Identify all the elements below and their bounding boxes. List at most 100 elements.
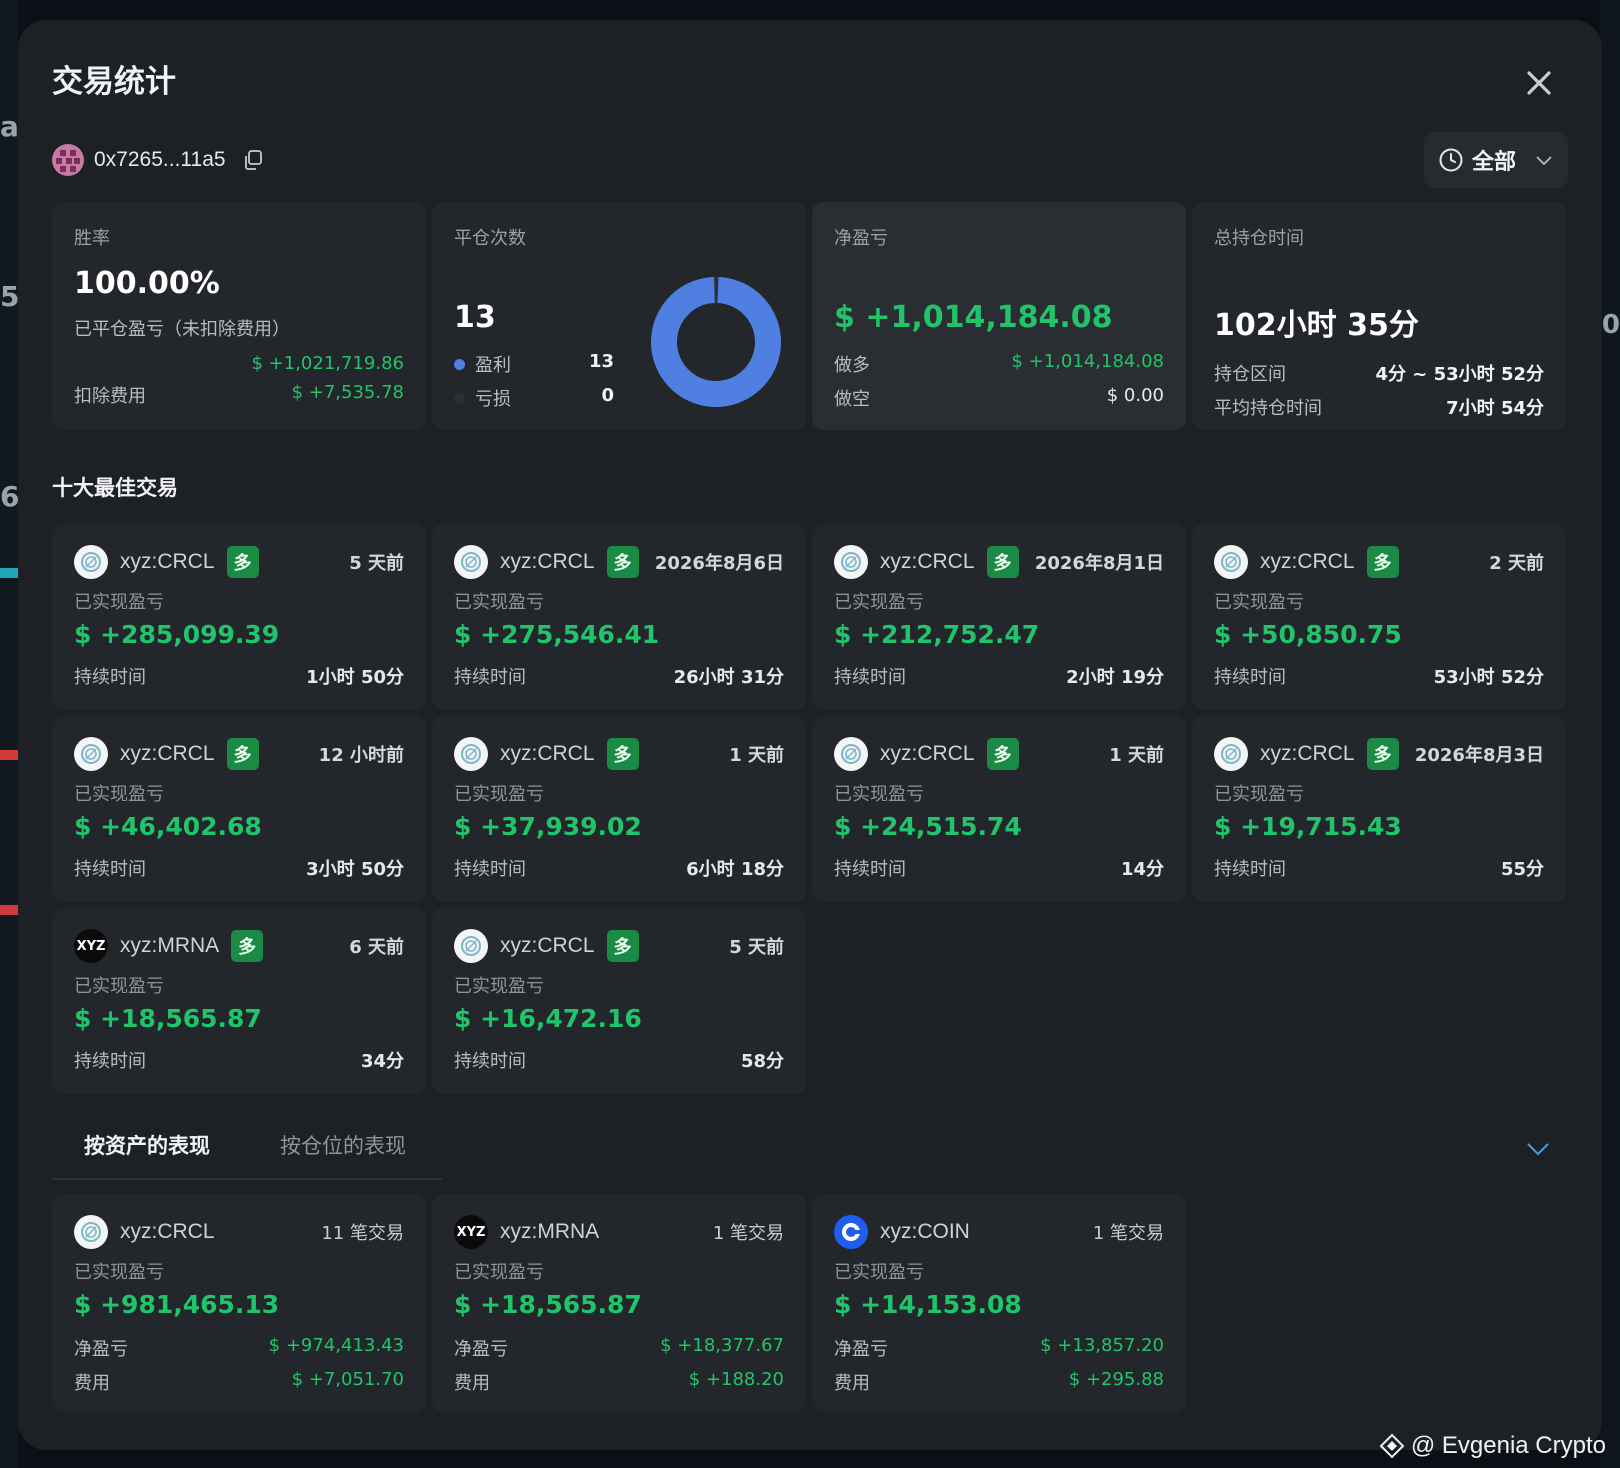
time-filter-dropdown[interactable]: 全部 <box>1424 132 1568 188</box>
symbol-label: xyz:CRCL <box>120 1220 215 1243</box>
duration-label: 持续时间 <box>834 667 906 688</box>
tab-by-position[interactable]: 按仓位的表现 <box>248 1120 438 1172</box>
trade-card-header: xyz:CRCL 多 5 天前 <box>74 544 404 580</box>
trade-card-header: xyz:CRCL 多 12 小时前 <box>74 736 404 772</box>
tab-by-asset[interactable]: 按资产的表现 <box>52 1120 242 1172</box>
crcl-icon <box>834 737 868 771</box>
stats-row: 胜率 100.00% 已平仓盈亏（未扣除费用） $ +1,021,719.86 … <box>52 202 1566 430</box>
duration-value: 6小时 18分 <box>686 859 784 880</box>
duration-label: 持续时间 <box>1214 667 1286 688</box>
duration-row: 持续时间 26小时 31分 <box>454 663 784 689</box>
realized-pnl-value: $ +24,515.74 <box>834 812 1022 841</box>
realized-pnl-value: $ +212,752.47 <box>834 620 1040 649</box>
close-icon[interactable] <box>1524 68 1554 98</box>
loss-dot-icon <box>454 392 465 404</box>
fee-label: 扣除费用 <box>74 386 146 407</box>
trade-card[interactable]: xyz:CRCL 多 1 天前 已实现盈亏 $ +37,939.02 持续时间 6小时 18… <box>432 716 806 902</box>
crcl-icon <box>74 545 108 579</box>
asset-card[interactable]: xyz:COIN 1 笔交易 已实现盈亏 $ +14,153.08 净盈亏 $ +13,8… <box>812 1194 1186 1412</box>
background-app-left: a 5 6 <box>0 0 19 1468</box>
long-badge: 多 <box>986 546 1019 578</box>
symbol-label: xyz:CRCL <box>880 742 975 765</box>
duration-row: 持续时间 14分 <box>834 855 1164 881</box>
duration-value: 58分 <box>740 1051 784 1072</box>
watermark: @ Evgenia Crypto <box>1379 1432 1606 1460</box>
realized-pnl-label: 已实现盈亏 <box>74 784 164 805</box>
symbol-label: xyz:CRCL <box>120 742 215 765</box>
trade-card[interactable]: xyz:CRCL 多 2026年8月3日 已实现盈亏 $ +19,715.43 持续时间 5… <box>1192 716 1566 902</box>
long-badge: 多 <box>226 738 259 770</box>
trade-card-header: xyz:CRCL 多 5 天前 <box>454 928 784 964</box>
symbol-label: xyz:MRNA <box>120 934 220 957</box>
trade-card-header: XYZ xyz:MRNA 多 6 天前 <box>74 928 404 964</box>
realized-pnl-label: 已实现盈亏 <box>74 976 164 997</box>
realized-pnl-label: 已实现盈亏 <box>834 1262 924 1283</box>
realized-pnl-label: 已实现盈亏 <box>834 592 924 613</box>
trade-card[interactable]: xyz:CRCL 多 5 天前 已实现盈亏 $ +285,099.39 持续时间 1小时 5… <box>52 524 426 710</box>
wallet-row: 0x7265...11a5 <box>52 144 264 176</box>
asset-card-header: XYZ xyz:MRNA 1 笔交易 <box>454 1214 784 1250</box>
asset-card-header: xyz:COIN 1 笔交易 <box>834 1214 1164 1250</box>
asset-card[interactable]: xyz:CRCL 11 笔交易 已实现盈亏 $ +981,465.13 净盈亏 $ +97… <box>52 1194 426 1412</box>
hold-time-value: 102小时 35分 <box>1214 308 1419 343</box>
duration-row: 持续时间 53小时 52分 <box>1214 663 1544 689</box>
net-pnl-label: 净盈亏 <box>74 1339 128 1360</box>
fee-value: $ +295.88 <box>1068 1369 1164 1390</box>
fee-value: $ +7,535.78 <box>291 382 404 403</box>
profit-dot-icon <box>454 358 465 370</box>
loss-label: 亏损 <box>475 389 511 410</box>
copy-icon[interactable] <box>242 149 264 171</box>
realized-pnl-label: 已实现盈亏 <box>454 592 544 613</box>
net-pnl-row: 净盈亏 $ +974,413.43 <box>74 1335 404 1361</box>
crcl-icon <box>454 737 488 771</box>
binance-square-icon <box>1379 1433 1405 1459</box>
asset-card[interactable]: XYZ xyz:MRNA 1 笔交易 已实现盈亏 $ +18,565.87 净盈亏 $ +1… <box>432 1194 806 1412</box>
realized-pnl-label: 已实现盈亏 <box>1214 784 1304 805</box>
realized-pnl-label: 已实现盈亏 <box>454 1262 544 1283</box>
crcl-icon <box>1214 737 1248 771</box>
chevron-down-icon[interactable] <box>1524 1134 1552 1162</box>
trade-time: 5 天前 <box>729 937 784 958</box>
trade-card[interactable]: xyz:CRCL 多 2 天前 已实现盈亏 $ +50,850.75 持续时间 53小时 5… <box>1192 524 1566 710</box>
symbol-label: xyz:CRCL <box>880 550 975 573</box>
trade-card[interactable]: XYZ xyz:MRNA 多 6 天前 已实现盈亏 $ +18,565.87 持续时间 34分 <box>52 908 426 1094</box>
fee-value: $ +188.20 <box>688 1369 784 1390</box>
crcl-icon <box>74 1215 108 1249</box>
trade-card-header: xyz:CRCL 多 2026年8月1日 <box>834 544 1164 580</box>
trade-time: 1 天前 <box>1109 745 1164 766</box>
win-loss-donut-chart <box>651 277 781 407</box>
realized-pnl-value: $ +275,546.41 <box>454 620 660 649</box>
watermark-text: @ Evgenia Crypto <box>1410 1432 1606 1459</box>
duration-value: 1小时 50分 <box>306 667 404 688</box>
loss-count: 0 <box>601 385 614 406</box>
duration-value: 3小时 50分 <box>306 859 404 880</box>
trade-card[interactable]: xyz:CRCL 多 1 天前 已实现盈亏 $ +24,515.74 持续时间 14分 <box>812 716 1186 902</box>
trade-count: 1 笔交易 <box>1092 1223 1164 1244</box>
realized-pnl-label: 已实现盈亏 <box>74 592 164 613</box>
net-pnl-value: $ +13,857.20 <box>1040 1335 1164 1356</box>
donut-profit-segment <box>651 277 781 407</box>
duration-label: 持续时间 <box>834 859 906 880</box>
trade-card[interactable]: xyz:CRCL 多 5 天前 已实现盈亏 $ +16,472.16 持续时间 58分 <box>432 908 806 1094</box>
trade-card-header: xyz:CRCL 多 2026年8月6日 <box>454 544 784 580</box>
duration-label: 持续时间 <box>454 859 526 880</box>
trade-time: 2 天前 <box>1489 553 1544 574</box>
realized-pnl-value: $ +981,465.13 <box>74 1290 280 1319</box>
long-badge: 多 <box>226 546 259 578</box>
long-badge: 多 <box>231 930 264 962</box>
duration-label: 持续时间 <box>74 667 146 688</box>
trade-card[interactable]: xyz:CRCL 多 2026年8月1日 已实现盈亏 $ +212,752.47 持续时间… <box>812 524 1186 710</box>
trade-count: 1 笔交易 <box>712 1223 784 1244</box>
trade-card[interactable]: xyz:CRCL 多 2026年8月6日已实现盈亏 $ +275,546.41 持续时间… <box>432 524 806 710</box>
realized-pnl-label: 已实现盈亏 <box>74 1262 164 1283</box>
fee-row: 费用 $ +188.20 <box>454 1369 784 1395</box>
long-value: $ +1,014,184.08 <box>1011 351 1165 372</box>
trade-card[interactable]: xyz:CRCL 多 12 小时前 已实现盈亏 $ +46,402.68 持续时间 3小时 … <box>52 716 426 902</box>
duration-label: 持续时间 <box>74 859 146 880</box>
symbol-label: xyz:CRCL <box>1260 550 1355 573</box>
net-pnl-label: 净盈亏 <box>454 1339 508 1360</box>
xyz-icon: XYZ <box>454 1215 488 1249</box>
wallet-address: 0x7265...11a5 <box>94 148 226 171</box>
duration-value: 55分 <box>1500 859 1544 880</box>
xyz-icon: XYZ <box>74 929 108 963</box>
